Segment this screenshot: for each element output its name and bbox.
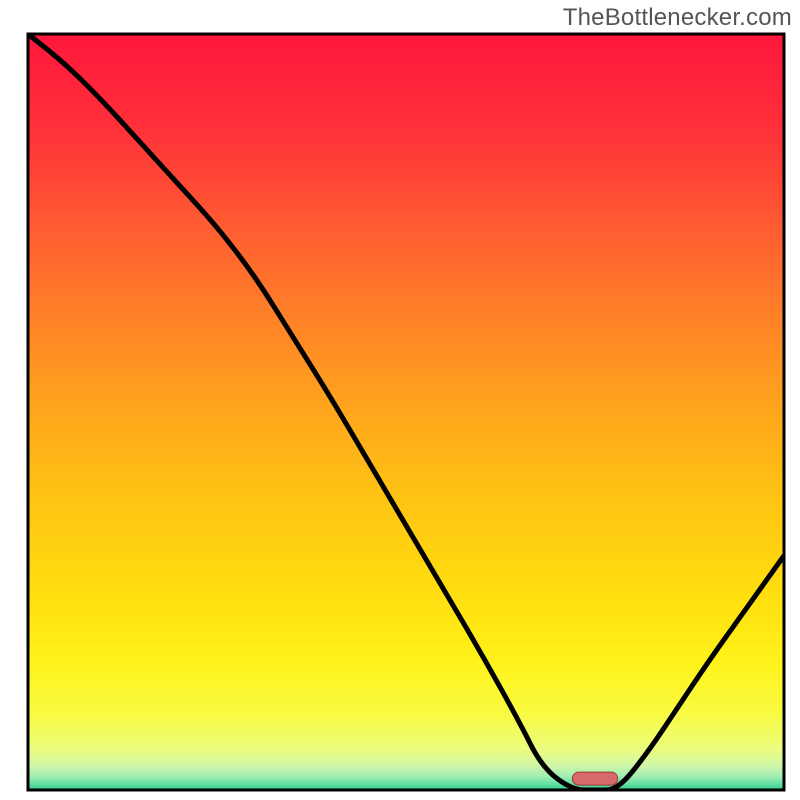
gradient-background [28, 34, 784, 790]
watermark-label: TheBottlenecker.com [563, 4, 792, 32]
chart-frame: TheBottlenecker.com [0, 0, 800, 800]
optimal-marker [572, 772, 617, 785]
bottleneck-chart [0, 0, 800, 800]
